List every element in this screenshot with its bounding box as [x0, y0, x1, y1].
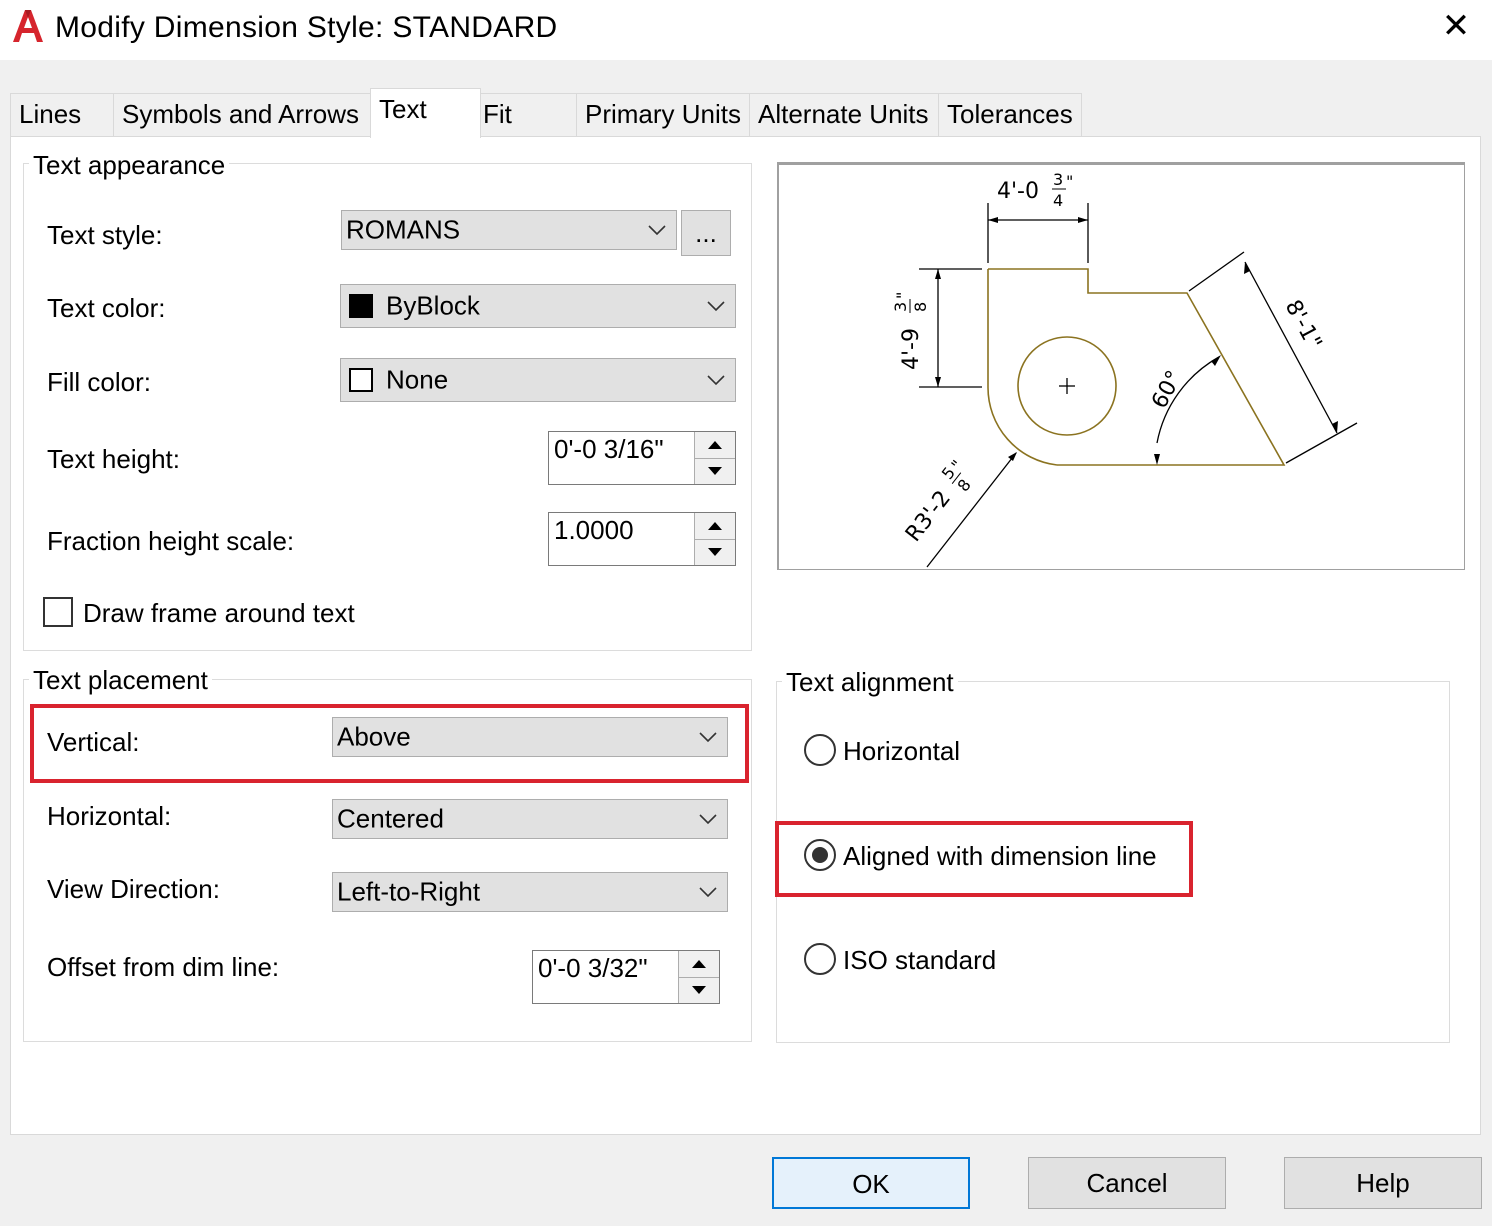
text-style-browse-button[interactable]: ... [681, 210, 731, 256]
title-bar: Modify Dimension Style: STANDARD ✕ [0, 0, 1492, 60]
window-title: Modify Dimension Style: STANDARD [55, 11, 558, 44]
offset-increment-button[interactable] [679, 951, 719, 978]
arrow-down-icon [708, 548, 722, 556]
text-height-increment-button[interactable] [695, 432, 735, 459]
fill-color-swatch [349, 368, 373, 392]
left-dim-den: 8 [911, 302, 930, 312]
tab-text[interactable]: Text [370, 88, 481, 138]
arrow-up-icon [708, 441, 722, 449]
tab-symbols-and-arrows[interactable]: Symbols and Arrows [113, 93, 371, 136]
offset-value: 0'-0 3/32" [538, 953, 648, 983]
text-color-dropdown[interactable]: ByBlock [340, 284, 736, 328]
cancel-button[interactable]: Cancel [1028, 1157, 1226, 1209]
fill-color-value: None [386, 364, 449, 395]
autocad-logo-icon [10, 8, 46, 44]
preview-left-dim-text: 4'-9 3 8 " [891, 292, 930, 370]
preview-drawing: 4'-0 3 4 " 4'-9 3 8 " 8'-1" 60° R3'-2 5 … [891, 170, 1358, 568]
tab-primary-units[interactable]: Primary Units [576, 93, 751, 136]
preview-angle-dim-text: 60° [1147, 367, 1187, 413]
preview-top-dim-text: 4'-0 3 4 " [997, 170, 1073, 210]
offset-decrement-button[interactable] [679, 977, 719, 1003]
left-dim-num: 3 [891, 302, 910, 312]
chevron-down-icon [699, 732, 717, 743]
arrow-down-icon [692, 986, 706, 994]
top-dim-den: 4 [1053, 191, 1063, 210]
preview-dimension-lines [919, 203, 1358, 568]
horizontal-label: Horizontal: [47, 801, 172, 831]
aligned-radio-label[interactable]: Aligned with dimension line [843, 841, 1157, 871]
view-direction-dropdown[interactable]: Left-to-Right [332, 872, 728, 912]
text-alignment-legend: Text alignment [782, 667, 958, 697]
draw-frame-checkbox[interactable] [43, 597, 73, 627]
offset-label: Offset from dim line: [47, 952, 280, 982]
vertical-label: Vertical: [47, 727, 140, 757]
fraction-height-scale-increment-button[interactable] [695, 513, 735, 540]
left-dim-inch: " [893, 292, 912, 299]
offset-input[interactable]: 0'-0 3/32" [532, 950, 720, 1004]
vertical-dropdown[interactable]: Above [332, 717, 728, 757]
arrow-down-icon [708, 467, 722, 475]
text-height-spinner [694, 432, 735, 484]
horizontal-radio-label[interactable]: Horizontal [843, 736, 960, 766]
ok-button[interactable]: OK [772, 1157, 970, 1209]
preview-radius-dim-text: R3'-2 5 8 " [901, 456, 975, 547]
text-height-input[interactable]: 0'-0 3/16" [548, 431, 736, 485]
horizontal-value: Centered [337, 803, 444, 834]
tab-lines[interactable]: Lines [10, 93, 115, 136]
preview-center-mark [1059, 378, 1075, 394]
iso-standard-radio-label[interactable]: ISO standard [843, 945, 996, 975]
tab-fit[interactable]: Fit [474, 93, 578, 136]
draw-frame-label[interactable]: Draw frame around text [83, 598, 355, 628]
offset-spinner [678, 951, 719, 1003]
fraction-height-scale-spinner [694, 513, 735, 565]
fill-color-label: Fill color: [47, 367, 152, 397]
top-dim-inch: " [1066, 172, 1073, 191]
text-color-swatch [349, 294, 373, 318]
text-style-label: Text style: [47, 220, 163, 250]
text-style-value: ROMANS [346, 214, 461, 245]
arrow-up-icon [692, 960, 706, 968]
preview-part-geometry [987, 268, 1286, 466]
radius-dim-den: 8 [954, 476, 975, 496]
preview-arrowheads [935, 217, 1338, 465]
horizontal-dropdown[interactable]: Centered [332, 799, 728, 839]
text-appearance-legend: Text appearance [29, 150, 230, 180]
arrow-up-icon [708, 522, 722, 530]
iso-standard-radio[interactable] [804, 943, 836, 975]
top-dim-whole: 4'-0 [997, 179, 1039, 204]
chevron-down-icon [699, 814, 717, 825]
chevron-down-icon [699, 887, 717, 898]
fraction-height-scale-value: 1.0000 [554, 515, 634, 545]
fraction-height-scale-label: Fraction height scale: [47, 526, 295, 556]
chevron-down-icon [648, 225, 666, 236]
close-icon[interactable]: ✕ [1434, 6, 1478, 46]
radius-dim-whole: R3'-2 [901, 486, 956, 547]
fraction-height-scale-decrement-button[interactable] [695, 539, 735, 565]
text-color-label: Text color: [47, 293, 166, 323]
text-style-dropdown[interactable]: ROMANS [341, 210, 677, 250]
help-button[interactable]: Help [1284, 1157, 1482, 1209]
chevron-down-icon [707, 375, 725, 386]
vertical-value: Above [337, 721, 411, 752]
fill-color-dropdown[interactable]: None [340, 358, 736, 402]
text-height-label: Text height: [47, 444, 180, 474]
chevron-down-icon [707, 301, 725, 312]
text-height-decrement-button[interactable] [695, 458, 735, 484]
aligned-radio[interactable] [804, 839, 836, 871]
text-placement-legend: Text placement [29, 665, 212, 695]
view-direction-value: Left-to-Right [337, 876, 481, 907]
top-dim-num: 3 [1053, 170, 1063, 189]
radio-selected-dot [812, 847, 828, 863]
dimension-preview: 4'-0 3 4 " 4'-9 3 8 " 8'-1" 60° R3'-2 5 … [777, 162, 1465, 570]
preview-right-dim-text: 8'-1" [1280, 296, 1327, 354]
horizontal-radio[interactable] [804, 734, 836, 766]
left-dim-whole: 4'-9 [899, 328, 924, 370]
text-height-value: 0'-0 3/16" [554, 434, 664, 464]
text-color-value: ByBlock [386, 290, 480, 321]
fraction-height-scale-input[interactable]: 1.0000 [548, 512, 736, 566]
tab-tolerances[interactable]: Tolerances [938, 93, 1082, 136]
tab-alternate-units[interactable]: Alternate Units [749, 93, 940, 136]
view-direction-label: View Direction: [47, 874, 220, 904]
